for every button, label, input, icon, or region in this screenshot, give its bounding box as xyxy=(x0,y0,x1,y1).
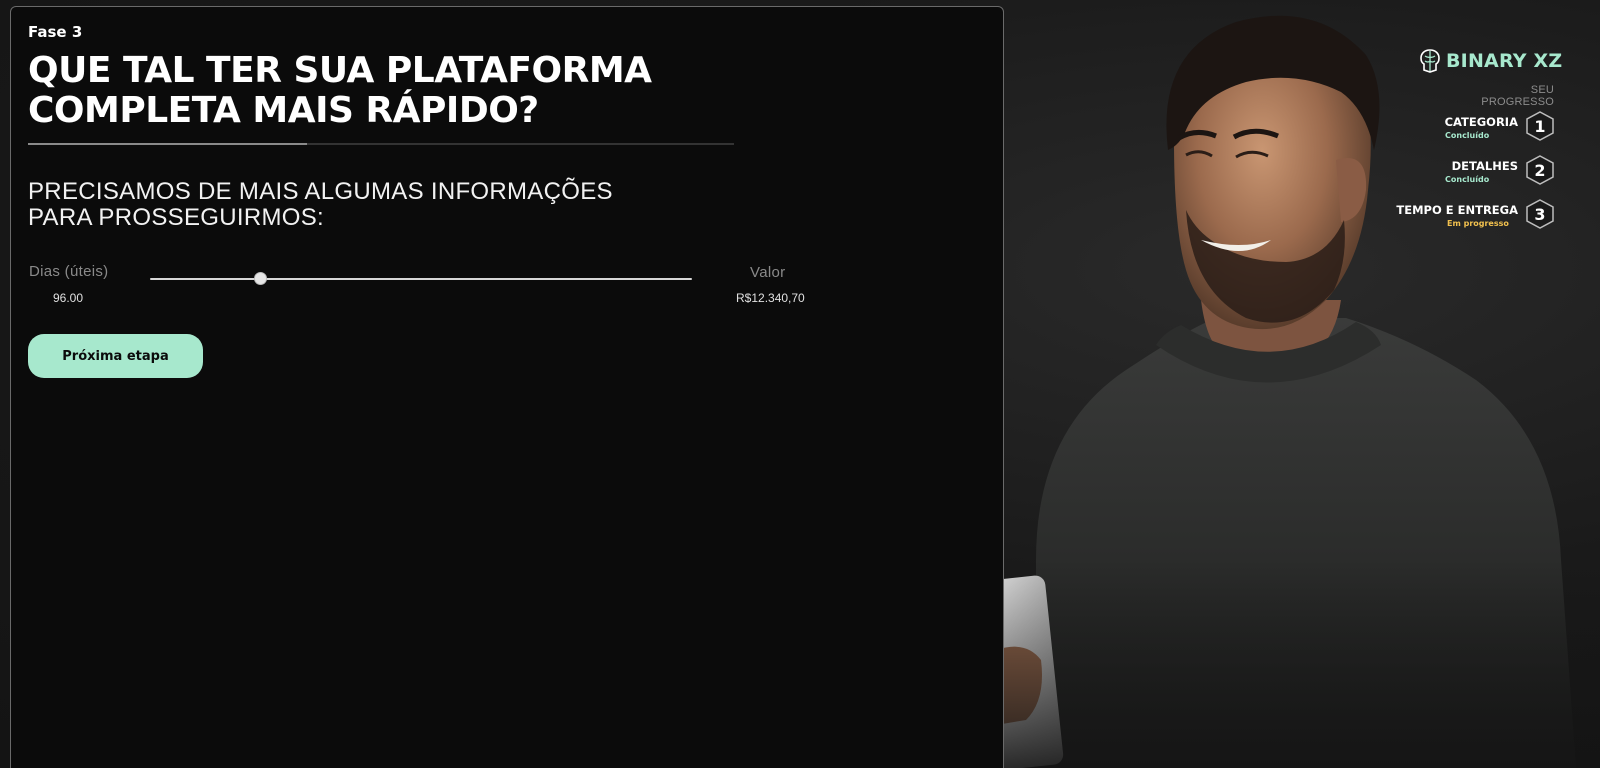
brand[interactable]: BINARY XZ xyxy=(1418,48,1562,74)
days-slider-track[interactable] xyxy=(150,278,692,280)
progress-caption: SEU PROGRESSO xyxy=(1481,84,1554,108)
step-label: DETALHES xyxy=(1451,159,1518,173)
brand-name: BINARY XZ xyxy=(1446,50,1563,72)
form-subtitle-line-1: PRECISAMOS DE MAIS ALGUMAS INFORMAÇÕES xyxy=(28,178,613,205)
brain-logo-icon xyxy=(1420,49,1440,73)
next-step-button[interactable]: Próxima etapa xyxy=(28,334,203,378)
step-status: Concluído xyxy=(1445,175,1490,184)
step-number: 1 xyxy=(1534,117,1546,136)
step-number-badge: 1 xyxy=(1526,111,1554,141)
step-number: 3 xyxy=(1534,205,1546,224)
phase-label: Fase 3 xyxy=(28,23,83,41)
step-number-badge: 2 xyxy=(1526,155,1554,185)
days-slider[interactable] xyxy=(150,269,692,289)
step-number: 2 xyxy=(1534,161,1546,180)
progress-step-2: DETALHES Concluído 2 xyxy=(1400,155,1554,185)
page-title: QUE TAL TER SUA PLATAFORMA COMPLETA MAIS… xyxy=(28,51,728,131)
page-title-line-1: QUE TAL TER SUA PLATAFORMA xyxy=(28,50,652,91)
days-slider-thumb[interactable] xyxy=(254,272,268,285)
form-subtitle: PRECISAMOS DE MAIS ALGUMAS INFORMAÇÕES P… xyxy=(28,179,613,231)
step-status: Concluído xyxy=(1445,131,1490,140)
step-label: CATEGORIA xyxy=(1444,115,1518,129)
days-label: Dias (úteis) xyxy=(29,263,109,280)
step-status: Em progresso xyxy=(1447,219,1509,228)
phase-progress-bar xyxy=(28,143,734,145)
form-panel: Fase 3 QUE TAL TER SUA PLATAFORMA COMPLE… xyxy=(10,6,1004,768)
value-amount: R$12.340,70 xyxy=(736,291,805,305)
page-title-line-2: COMPLETA MAIS RÁPIDO? xyxy=(28,90,539,131)
progress-step-1: CATEGORIA Concluído 1 xyxy=(1400,111,1554,141)
phase-progress-fill xyxy=(28,143,307,145)
progress-step-3: TEMPO E ENTREGA Em progresso 3 xyxy=(1396,199,1554,229)
days-value: 96.00 xyxy=(53,291,84,305)
step-number-badge: 3 xyxy=(1526,199,1554,229)
form-subtitle-line-2: PARA PROSSEGUIRMOS: xyxy=(28,204,324,231)
page: Fase 3 QUE TAL TER SUA PLATAFORMA COMPLE… xyxy=(0,0,1600,768)
value-label: Valor xyxy=(750,264,786,281)
step-label: TEMPO E ENTREGA xyxy=(1396,203,1518,217)
